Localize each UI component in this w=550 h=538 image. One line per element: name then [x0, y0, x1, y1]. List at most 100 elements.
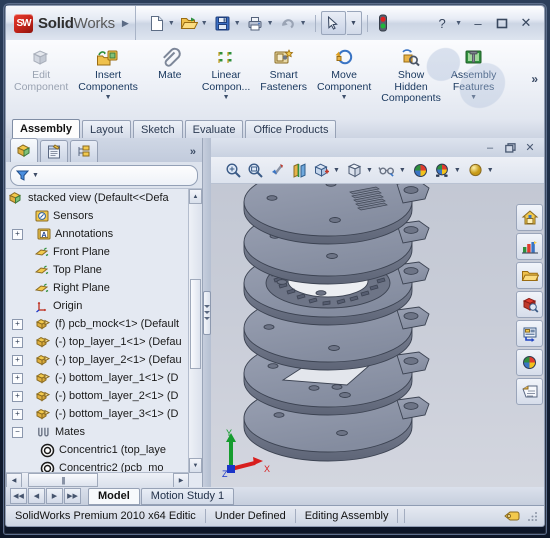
insert-components-dropdown-icon[interactable]: ▼ [105, 94, 112, 101]
filter-dropdown-icon[interactable]: ▼ [32, 172, 39, 179]
expand-toggle[interactable]: + [12, 354, 23, 366]
tree-root-item[interactable]: stacked view (Default<<Defa [6, 189, 202, 207]
tree-item-origin[interactable]: Origin [6, 297, 202, 315]
select-tool-caret-icon[interactable]: ▼ [346, 11, 362, 35]
print-button[interactable] [245, 13, 266, 34]
expand-toggle[interactable]: + [12, 372, 23, 384]
solidworks-menu-button[interactable]: SW SolidWorks ▶ [6, 6, 136, 40]
expand-toggle[interactable]: + [12, 408, 23, 420]
smart-fasteners-command[interactable]: Smart Fasteners [255, 42, 312, 93]
tag-icon[interactable] [503, 509, 521, 523]
rebuild-button[interactable] [373, 13, 394, 34]
scroll-thumb[interactable] [190, 279, 201, 369]
previous-view-button[interactable] [267, 160, 288, 181]
new-document-button[interactable] [146, 13, 167, 34]
zoom-to-area-button[interactable] [245, 160, 266, 181]
linear-component-pattern-command[interactable]: Linear Compon... ▼ [197, 42, 255, 101]
tab-first-button[interactable]: ◀◀ [10, 488, 27, 504]
view-orientation-caret-icon[interactable]: ▼ [333, 167, 343, 174]
document-restore-button[interactable] [502, 141, 518, 155]
close-button[interactable]: ✕ [515, 14, 537, 32]
tree-item-bottom-layer-3[interactable]: + (-) bottom_layer_3<1> (D [6, 405, 202, 423]
tab-last-button[interactable]: ▶▶ [64, 488, 81, 504]
edit-component-command[interactable]: Edit Component [9, 42, 73, 93]
tab-layout[interactable]: Layout [81, 120, 132, 138]
collapse-toggle[interactable]: − [12, 426, 23, 438]
tab-sketch[interactable]: Sketch [133, 120, 183, 138]
tab-office-products[interactable]: Office Products [245, 120, 337, 138]
undo-caret-icon[interactable]: ▼ [300, 20, 310, 27]
move-component-command[interactable]: Move Component ▼ [312, 42, 376, 101]
linear-pattern-dropdown-icon[interactable]: ▼ [223, 94, 230, 101]
minimize-button[interactable]: – [467, 14, 489, 32]
assembly-features-dropdown-icon[interactable]: ▼ [470, 94, 477, 101]
view-settings-caret-icon[interactable]: ▼ [487, 167, 497, 174]
edit-appearance-button[interactable] [410, 160, 431, 181]
open-folder-button[interactable] [516, 262, 543, 289]
tree-item-front-plane[interactable]: Front Plane [6, 243, 202, 261]
tree-item-top-layer-1[interactable]: + (-) top_layer_1<1> (Defau [6, 333, 202, 351]
expand-toggle[interactable]: + [12, 228, 23, 240]
tab-assembly[interactable]: Assembly [12, 119, 80, 138]
save-button[interactable] [212, 13, 233, 34]
tab-next-button[interactable]: ▶ [46, 488, 63, 504]
assembly-features-command[interactable]: Assembly Features ▼ [446, 42, 502, 101]
save-caret-icon[interactable]: ▼ [234, 20, 244, 27]
scroll-down-button[interactable]: ▼ [189, 458, 202, 473]
expand-toggle[interactable]: + [12, 336, 23, 348]
tree-item-pcb-mock[interactable]: + (f) pcb_mock<1> (Default [6, 315, 202, 333]
expand-toggle[interactable]: + [12, 390, 23, 402]
display-style-button[interactable] [344, 160, 365, 181]
splitter-handle[interactable] [203, 290, 211, 335]
tree-item-right-plane[interactable]: Right Plane [6, 279, 202, 297]
scroll-right-button[interactable]: ▶ [173, 472, 189, 487]
tab-evaluate[interactable]: Evaluate [184, 120, 244, 138]
display-manager-button[interactable] [516, 233, 543, 260]
apply-scene-caret-icon[interactable]: ▼ [454, 167, 464, 174]
feature-tree-horizontal-scrollbar[interactable]: ◀ ||| ▶ [6, 472, 189, 487]
show-hidden-components-command[interactable]: Show Hidden Components [376, 42, 446, 105]
tree-item-annotations[interactable]: + A Annotations [6, 225, 202, 243]
tab-motion-study-1[interactable]: Motion Study 1 [140, 487, 235, 505]
display-style-caret-icon[interactable]: ▼ [366, 167, 376, 174]
undo-button[interactable] [278, 13, 299, 34]
scroll-left-button[interactable]: ◀ [6, 472, 22, 487]
hide-show-caret-icon[interactable]: ▼ [399, 167, 409, 174]
zoom-to-fit-button[interactable] [223, 160, 244, 181]
appearances-button[interactable] [516, 291, 543, 318]
select-tool-button[interactable] [320, 11, 346, 35]
feature-tree-vertical-scrollbar[interactable]: ▲ ▼ [188, 189, 202, 473]
section-view-button[interactable] [289, 160, 310, 181]
open-document-caret-icon[interactable]: ▼ [201, 20, 211, 27]
feature-manager-tab[interactable] [10, 138, 38, 162]
configuration-manager-tab[interactable] [70, 140, 98, 162]
feature-manager-overflow-button[interactable]: » [190, 146, 196, 158]
new-document-caret-icon[interactable]: ▼ [168, 20, 178, 27]
open-document-button[interactable] [179, 13, 200, 34]
apply-scene-button[interactable] [432, 160, 453, 181]
view-settings-button[interactable] [465, 160, 486, 181]
maximize-button[interactable] [491, 14, 513, 32]
tab-model[interactable]: Model [88, 487, 140, 505]
hscroll-thumb[interactable]: ||| [28, 473, 98, 487]
hide-show-items-button[interactable] [377, 160, 398, 181]
mate-command[interactable]: Mate [143, 42, 197, 82]
property-manager-tab[interactable] [40, 140, 68, 162]
feature-tree[interactable]: stacked view (Default<<Defa Sensors + A [6, 188, 202, 487]
resize-grip-icon[interactable] [527, 510, 539, 522]
scroll-up-button[interactable]: ▲ [189, 189, 202, 204]
tree-item-bottom-layer-2[interactable]: + (-) bottom_layer_2<1> (D [6, 387, 202, 405]
expand-toggle[interactable]: + [12, 318, 23, 330]
document-close-button[interactable]: ✕ [522, 141, 538, 155]
scenes-button[interactable] [516, 349, 543, 376]
tree-item-concentric1[interactable]: Concentric1 (top_laye [6, 441, 202, 459]
help-caret-icon[interactable]: ▼ [455, 20, 465, 27]
insert-components-command[interactable]: Insert Components ▼ [73, 42, 143, 101]
tree-item-mates[interactable]: − Mates [6, 423, 202, 441]
panel-splitter[interactable] [203, 138, 211, 487]
graphics-canvas[interactable]: Y X Z [211, 184, 544, 487]
tree-item-bottom-layer-1[interactable]: + (-) bottom_layer_1<1> (D [6, 369, 202, 387]
custom-properties-button[interactable] [516, 320, 543, 347]
move-component-dropdown-icon[interactable]: ▼ [341, 94, 348, 101]
tree-item-top-plane[interactable]: Top Plane [6, 261, 202, 279]
